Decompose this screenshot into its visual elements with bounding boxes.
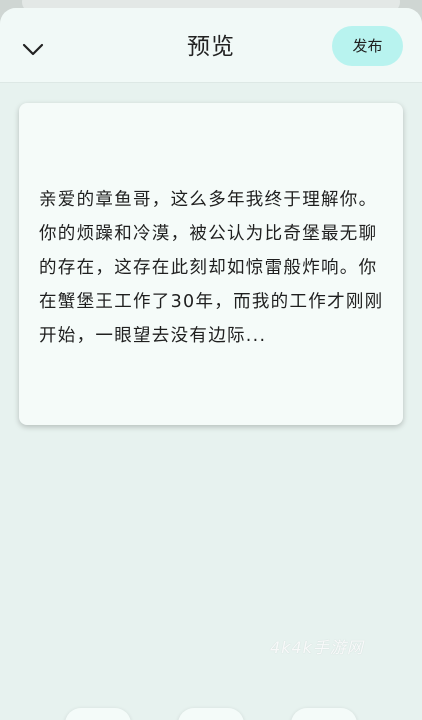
publish-button[interactable]: 发布 — [332, 26, 403, 66]
preview-header: 预览 发布 — [0, 8, 422, 82]
preview-text: 亲爱的章鱼哥，这么多年我终于理解你。你的烦躁和冷漠，被公认为比奇堡最无聊的存在，… — [39, 190, 384, 346]
preview-sheet: 预览 发布 亲爱的章鱼哥，这么多年我终于理解你。你的烦躁和冷漠，被公认为比奇堡最… — [0, 8, 422, 720]
bottom-action-button-1[interactable] — [65, 708, 131, 720]
bottom-action-button-3[interactable] — [291, 708, 357, 720]
preview-screen: 预览 发布 亲爱的章鱼哥，这么多年我终于理解你。你的烦躁和冷漠，被公认为比奇堡最… — [0, 0, 422, 720]
preview-card: 亲爱的章鱼哥，这么多年我终于理解你。你的烦躁和冷漠，被公认为比奇堡最无聊的存在，… — [19, 103, 403, 425]
bottom-action-button-2[interactable] — [178, 708, 244, 720]
watermark-text: 4k4k手游网 — [270, 638, 364, 657]
